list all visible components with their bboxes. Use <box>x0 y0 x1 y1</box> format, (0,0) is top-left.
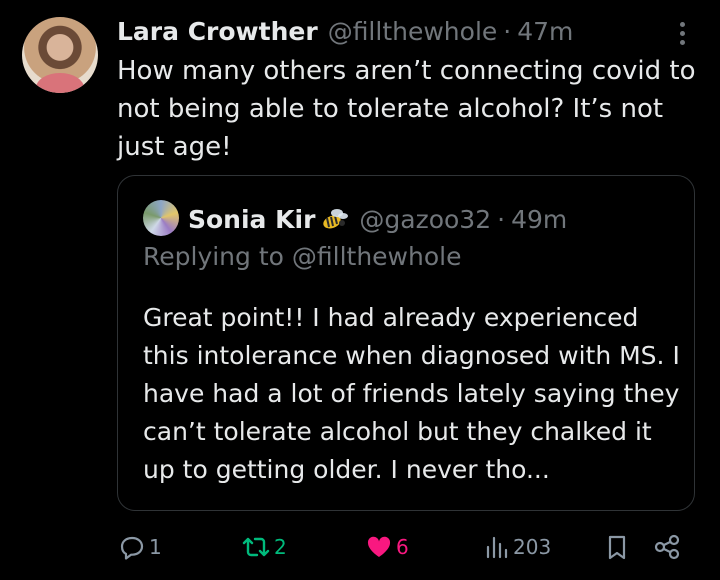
quoted-timestamp[interactable]: 49m <box>511 205 567 234</box>
like-count: 6 <box>396 535 409 559</box>
bookmark-button[interactable] <box>604 530 630 564</box>
quoted-handle[interactable]: @gazoo32 <box>359 205 491 234</box>
reply-button[interactable]: 1 <box>118 530 162 564</box>
replying-to-label: Replying to @fillthewhole <box>143 242 462 271</box>
quoted-separator-dot: · <box>497 204 506 234</box>
avatar[interactable] <box>22 17 98 93</box>
quoted-header: Sonia Kir @gazoo32 · 49m <box>188 200 567 238</box>
repost-icon <box>242 537 270 557</box>
reply-icon <box>120 536 144 560</box>
quoted-text: Great point!! I had already experienced … <box>143 303 680 484</box>
views-icon <box>486 536 508 559</box>
author-handle[interactable]: @fillthewhole <box>328 17 498 46</box>
tweet-timestamp[interactable]: 47m <box>517 17 573 46</box>
views-button[interactable]: 203 <box>484 530 551 564</box>
views-count: 203 <box>513 535 552 559</box>
repost-button[interactable]: 2 <box>241 530 287 564</box>
separator-dot: · <box>503 16 512 46</box>
share-icon <box>654 534 680 560</box>
quoted-tweet[interactable]: Sonia Kir @gazoo32 · 49m Replying to @fi… <box>117 175 695 511</box>
author-display-name[interactable]: Lara Crowther <box>117 17 318 46</box>
bookmark-icon <box>608 535 626 560</box>
avatar-shoulder <box>36 73 84 93</box>
action-bar: 1 2 6 203 <box>0 530 720 564</box>
quoted-avatar[interactable] <box>143 200 179 236</box>
reply-count: 1 <box>149 535 162 559</box>
more-options-icon[interactable] <box>670 18 694 48</box>
share-button[interactable] <box>652 530 682 564</box>
tweet-text: How many others aren’t connecting covid … <box>117 56 696 162</box>
like-button[interactable]: 6 <box>365 530 409 564</box>
bee-icon <box>319 207 349 231</box>
quoted-display-name[interactable]: Sonia Kir <box>188 205 315 234</box>
tweet-header: Lara Crowther @fillthewhole · 47m <box>117 14 573 48</box>
repost-count: 2 <box>274 535 287 559</box>
heart-icon <box>367 536 391 557</box>
